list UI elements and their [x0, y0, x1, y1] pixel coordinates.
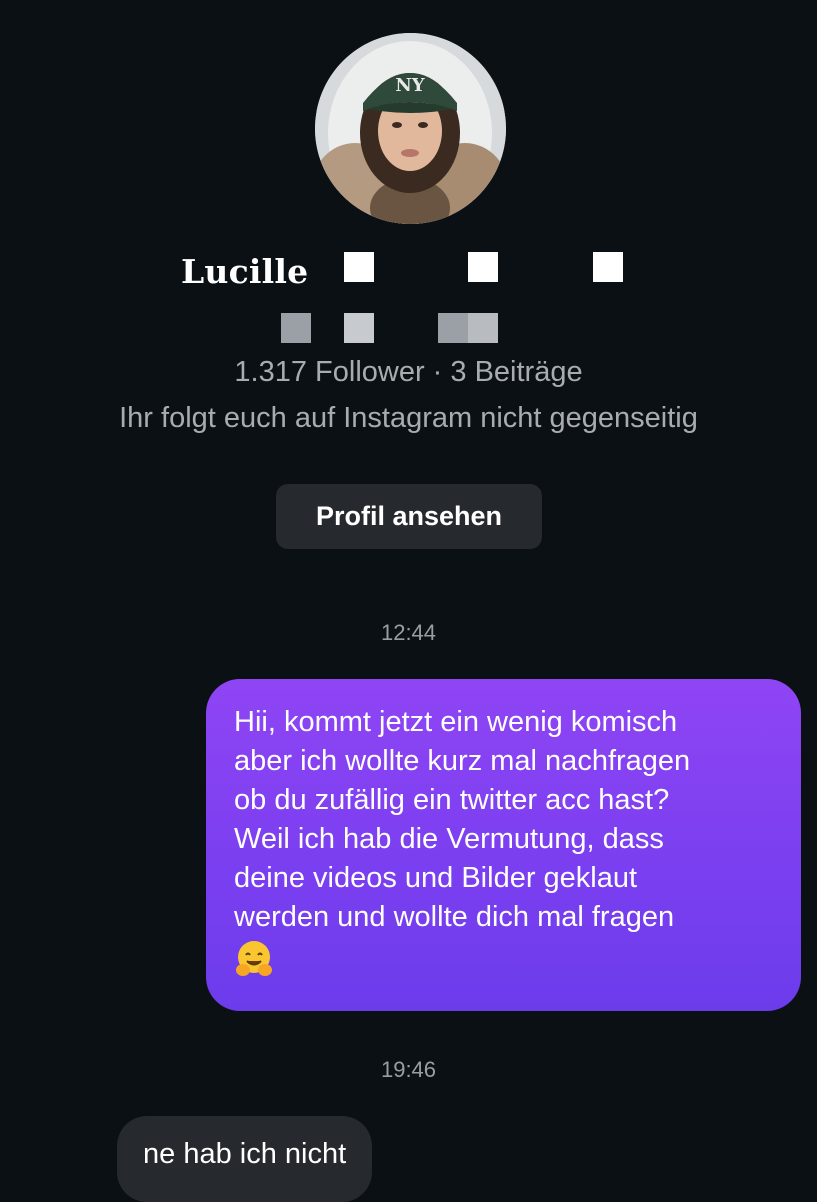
view-profile-button[interactable]: Profil ansehen: [276, 484, 542, 549]
redaction-block: [344, 313, 374, 343]
profile-stats: 1.317 Follower · 3 Beiträge: [234, 356, 583, 388]
profile-name: Lucille: [181, 252, 309, 291]
profile-avatar[interactable]: NY: [315, 33, 506, 224]
redaction-block: [438, 313, 468, 343]
message-line: Weil ich hab die Vermutung, dass: [234, 823, 664, 855]
message-text: ne hab ich nicht: [143, 1138, 347, 1170]
message-line: aber ich wollte kurz mal nachfragen: [234, 745, 691, 777]
redaction-block: [281, 313, 311, 343]
message-timestamp: 19:46: [380, 1057, 437, 1082]
outgoing-message-bubble[interactable]: Hii, kommt jetzt ein wenig komisch aber …: [206, 679, 801, 1011]
incoming-message-bubble[interactable]: ne hab ich nicht: [117, 1116, 373, 1202]
svg-text:NY: NY: [395, 75, 425, 96]
redaction-block: [468, 313, 498, 343]
avatar-image: NY: [315, 33, 506, 224]
profile-name-row: Lucille: [0, 248, 817, 298]
message-line: werden und wollte dich mal fragen: [234, 901, 675, 933]
message-timestamp: 12:44: [380, 620, 437, 645]
message-line: deine videos und Bilder geklaut: [234, 862, 638, 894]
redaction-block: [593, 252, 623, 282]
message-line: ob du zufällig ein twitter acc hast?: [234, 784, 670, 816]
redaction-block: [344, 252, 374, 282]
redaction-block: [468, 252, 498, 282]
mutual-follow-note: Ihr folgt euch auf Instagram nicht gegen…: [119, 402, 698, 434]
message-line: Hii, kommt jetzt ein wenig komisch: [234, 706, 678, 738]
hugging-face-emoji-icon: [236, 941, 272, 976]
